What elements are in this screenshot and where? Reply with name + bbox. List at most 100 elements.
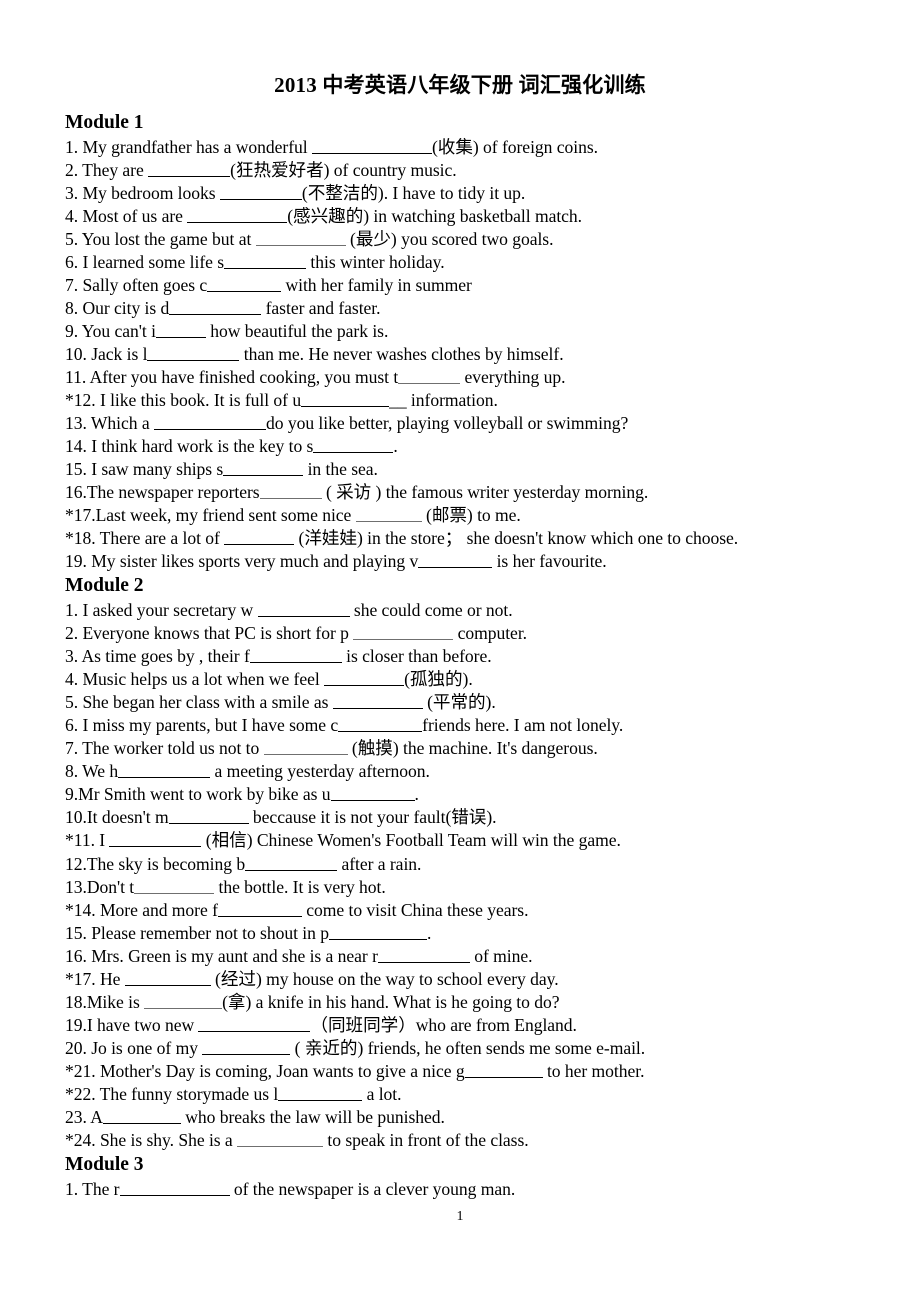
answer-blank[interactable] — [257, 600, 350, 617]
question-line: *12. I like this book. It is full of u __… — [65, 389, 880, 412]
question-line: 8. We h a meeting yesterday afternoon. — [65, 760, 880, 783]
question-text-before-blank: *17. He — [65, 968, 125, 989]
question-text-before-blank: 3. As time goes by , their f — [65, 646, 250, 667]
answer-blank[interactable] — [153, 413, 266, 431]
question-line: 10. Jack is l than me. He never washes c… — [65, 343, 880, 366]
answer-blank[interactable] — [219, 183, 302, 200]
answer-blank[interactable] — [147, 344, 240, 362]
question-line: 16. Mrs. Green is my aunt and she is a n… — [65, 945, 880, 968]
question-text-before-blank: 16.The newspaper reporters — [65, 482, 260, 503]
question-text-before-blank: *14. More and more f — [65, 899, 218, 920]
question-text-after-blank: (孤独的). — [404, 669, 473, 690]
question-text-after-blank: faster and faster. — [261, 297, 381, 318]
answer-blank[interactable] — [301, 390, 390, 408]
answer-blank[interactable] — [187, 206, 288, 223]
question-text-before-blank: 7. The worker told us not to — [65, 738, 264, 759]
question-line: 16.The newspaper reporters ( 采访 ) the fa… — [65, 481, 880, 504]
question-text-before-blank: 11. After you have finished cooking, you… — [65, 367, 399, 388]
question-line: 3. As time goes by , their f is closer t… — [65, 645, 880, 668]
answer-blank[interactable] — [259, 482, 322, 500]
answer-blank[interactable] — [263, 738, 348, 756]
question-text-before-blank: 1. My grandfather has a wonderful — [65, 136, 312, 157]
question-text-before-blank: 19. My sister likes sports very much and… — [65, 551, 419, 572]
question-text-before-blank: 1. The r — [65, 1178, 120, 1199]
question-text-after-blank: friends here. I am not lonely. — [422, 715, 624, 736]
question-text-before-blank: 23. A — [65, 1107, 103, 1128]
answer-blank[interactable] — [278, 1084, 363, 1101]
answer-blank[interactable] — [155, 321, 206, 338]
page-title: 2013 中考英语八年级下册 词汇强化训练 — [274, 73, 646, 97]
worksheet-page: 2013 中考英语八年级下册 词汇强化训练 Module 1 1. My gran… — [0, 0, 920, 1302]
question-text-before-blank: *24. She is shy. She is a — [65, 1130, 238, 1151]
question-line: 1. My grandfather has a wonderful (收集) o… — [65, 136, 880, 159]
question-line: 13. Which a do you like better, playing … — [65, 412, 880, 435]
answer-blank[interactable] — [168, 807, 249, 825]
question-text-before-blank: 16. Mrs. Green is my aunt and she is a n… — [65, 945, 378, 966]
answer-blank[interactable] — [202, 1038, 291, 1055]
answer-blank[interactable] — [313, 436, 394, 454]
answer-blank[interactable] — [224, 252, 307, 269]
question-line: *11. I (相信) Chinese Women's Football Tea… — [65, 829, 880, 852]
question-text-after-blank: ( 采访 ) the famous writer yesterday morni… — [321, 482, 649, 503]
answer-blank[interactable] — [144, 992, 223, 1009]
answer-blank[interactable] — [224, 528, 295, 546]
question-text-after-blank: the bottle. It is very hot. — [214, 876, 386, 897]
question-text-after-blank: (相信) Chinese Women's Football Team will … — [201, 830, 621, 851]
question-text-before-blank: 5. You lost the game but at — [65, 228, 256, 249]
answer-blank[interactable] — [324, 669, 405, 687]
question-line: 15. Please remember not to shout in p. — [65, 922, 880, 945]
answer-blank[interactable] — [418, 551, 493, 569]
question-text-after-blank: do you like better, playing volleyball o… — [265, 413, 629, 434]
answer-blank[interactable] — [398, 367, 461, 385]
answer-blank[interactable] — [338, 715, 423, 733]
answer-blank[interactable] — [198, 1015, 311, 1032]
question-text-before-blank: 19.I have two new — [65, 1014, 199, 1035]
answer-blank[interactable] — [119, 1178, 230, 1196]
question-text-before-blank: 13.Don't t — [65, 876, 135, 897]
question-text-after-blank: (邮票) to me. — [421, 505, 521, 526]
answer-blank[interactable] — [124, 969, 211, 986]
answer-blank[interactable] — [169, 298, 262, 315]
answer-blank[interactable] — [255, 229, 346, 246]
answer-blank[interactable] — [237, 1130, 324, 1148]
answer-blank[interactable] — [245, 853, 338, 871]
question-line: 11. After you have finished cooking, you… — [65, 366, 880, 389]
question-line: 6. I learned some life s this winter hol… — [65, 251, 880, 274]
answer-blank[interactable] — [330, 784, 415, 802]
answer-blank[interactable] — [223, 459, 304, 477]
answer-blank[interactable] — [102, 1107, 181, 1125]
answer-blank[interactable] — [353, 623, 454, 641]
answer-blank[interactable] — [355, 505, 422, 523]
question-text-after-blank: (最少) you scored two goals. — [345, 228, 554, 249]
answer-blank[interactable] — [207, 275, 282, 292]
question-text-before-blank: *12. I like this book. It is full of u — [65, 390, 302, 411]
answer-blank[interactable] — [148, 159, 231, 177]
question-line: 7. Sally often goes c with her family in… — [65, 274, 880, 297]
question-line: *14. More and more f come to visit China… — [65, 899, 880, 922]
answer-blank[interactable] — [332, 692, 423, 710]
answer-blank[interactable] — [109, 830, 202, 848]
question-line: 2. Everyone knows that PC is short for p… — [65, 622, 880, 645]
question-text-before-blank: 9. You can't i — [65, 320, 156, 341]
question-line: *22. The funny storymade us l a lot. — [65, 1083, 880, 1106]
answer-blank[interactable] — [118, 761, 211, 779]
answer-blank[interactable] — [464, 1061, 543, 1078]
answer-blank[interactable] — [377, 946, 470, 963]
question-text-after-blank: with her family in summer — [281, 274, 472, 295]
question-line: 6. I miss my parents, but I have some c f… — [65, 714, 880, 737]
answer-blank[interactable] — [328, 922, 427, 940]
answer-blank[interactable] — [311, 136, 432, 154]
question-text-after-blank: who breaks the law will be punished. — [180, 1107, 445, 1128]
question-line: 19. My sister likes sports very much and… — [65, 550, 880, 573]
question-text-after-blank: (收集) of foreign coins. — [431, 136, 598, 157]
answer-blank[interactable] — [217, 899, 302, 917]
question-text-before-blank: 8. Our city is d — [65, 297, 170, 318]
answer-blank[interactable] — [134, 876, 215, 894]
question-text-after-blank: is her favourite. — [492, 551, 607, 572]
question-text-before-blank: 15. Please remember not to shout in p — [65, 922, 329, 943]
question-line: *17. He (经过) my house on the way to scho… — [65, 968, 880, 991]
question-text-after-blank: (洋娃娃) in the store； she doesn't know whi… — [294, 528, 739, 549]
answer-blank[interactable] — [249, 646, 342, 664]
question-text-before-blank: 18.Mike is — [65, 991, 145, 1012]
question-text-after-blank: to speak in front of the class. — [323, 1130, 529, 1151]
